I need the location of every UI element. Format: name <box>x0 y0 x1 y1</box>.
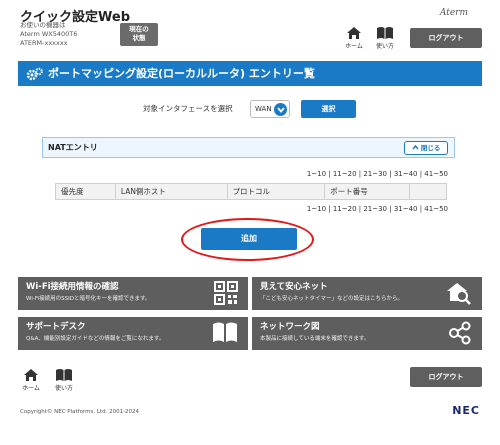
home-icon <box>24 369 38 381</box>
nat-table: 優先度 LAN側ホスト プロトコル ポート番号 <box>55 183 447 200</box>
chevron-up-icon <box>412 144 421 152</box>
col-priority: 優先度 <box>55 183 116 200</box>
manual-label-bottom: 使い方 <box>54 385 73 392</box>
device-info: お使いの機器は Aterm WX5400T6 ATERM-xxxxxx <box>20 21 77 48</box>
book-icon <box>212 321 238 347</box>
table-header-row: 優先度 LAN側ホスト プロトコル ポート番号 <box>55 183 447 200</box>
add-button[interactable]: 追加 <box>201 228 297 250</box>
device-label: お使いの機器は <box>20 21 66 29</box>
tile-safe-net-title: 見えて安心ネット <box>260 282 328 292</box>
tile-wifi-info[interactable]: Wi-Fi接続用情報の確認 Wi-Fi接続用のSSIDと暗号化キーを確認できます… <box>18 277 248 310</box>
collapse-label: 閉じる <box>420 144 441 152</box>
nec-logo: NEC <box>452 404 480 417</box>
logout-button-top[interactable]: ログアウト <box>410 28 482 48</box>
tile-network-map[interactable]: ネットワーク図 本製品に接続している端末を確認できます。 <box>252 317 482 350</box>
tile-safe-net-desc: 「こども安心ネットタイマー」などの設定はこちらから。 <box>260 296 404 302</box>
interface-value: WAN <box>255 105 272 113</box>
col-protocol: プロトコル <box>226 183 326 200</box>
select-button[interactable]: 選択 <box>301 100 356 118</box>
manual-label: 使い方 <box>375 43 394 50</box>
col-port: ポート番号 <box>324 183 411 200</box>
logout-button-bottom[interactable]: ログアウト <box>410 367 482 387</box>
home-button[interactable]: ホーム <box>341 26 367 50</box>
interface-label: 対象インタフェースを選択 <box>143 104 233 113</box>
chevron-down-icon <box>274 103 287 116</box>
copyright: Copyright© NEC Platforms, Ltd. 2001-2024 <box>20 409 140 415</box>
house-search-icon <box>446 281 472 309</box>
gear-icon <box>26 67 44 81</box>
network-icon <box>448 321 472 349</box>
tile-wifi-desc: Wi-Fi接続用のSSIDと暗号化キーを確認できます。 <box>26 296 151 302</box>
home-button-bottom[interactable]: ホーム <box>18 368 44 392</box>
device-id: ATERM-xxxxxx <box>20 39 68 47</box>
interface-select[interactable]: WAN <box>250 100 290 118</box>
device-model: Aterm WX5400T6 <box>20 30 78 38</box>
col-actions <box>409 183 447 200</box>
aterm-logo: Aterm <box>439 8 468 18</box>
status-button-line2: 状態 <box>132 34 146 42</box>
qr-code-icon <box>214 281 238 309</box>
manual-button[interactable]: 使い方 <box>372 26 398 50</box>
tile-support-desc: Q&A、機能別設定ガイドなどの情報をご覧になれます。 <box>26 336 165 342</box>
col-lan-host: LAN側ホスト <box>114 183 228 200</box>
tile-support-title: サポートデスク <box>26 322 86 332</box>
nat-section-title: NATエントリ <box>48 143 98 152</box>
book-icon <box>56 369 72 381</box>
tile-support-desk[interactable]: サポートデスク Q&A、機能別設定ガイドなどの情報をご覧になれます。 <box>18 317 248 350</box>
page-title: ポートマッピング設定(ローカルルータ) エントリー覧 <box>48 67 315 80</box>
home-label-bottom: ホーム <box>22 385 40 392</box>
status-button-line1: 現在の <box>129 25 149 33</box>
pager-bottom[interactable]: 1~10 | 11~20 | 21~30 | 31~40 | 41~50 <box>307 205 448 213</box>
current-status-button[interactable]: 現在の 状態 <box>120 23 158 46</box>
tile-wifi-title: Wi-Fi接続用情報の確認 <box>26 282 119 292</box>
collapse-button[interactable]: 閉じる <box>404 141 448 155</box>
page-title-bar: ポートマッピング設定(ローカルルータ) エントリー覧 <box>18 61 482 86</box>
nat-section-header: NATエントリ 閉じる <box>42 137 455 158</box>
tile-safe-net[interactable]: 見えて安心ネット 「こども安心ネットタイマー」などの設定はこちらから。 <box>252 277 482 310</box>
book-icon <box>377 27 393 39</box>
home-icon <box>347 27 361 39</box>
home-label: ホーム <box>345 43 363 50</box>
manual-button-bottom[interactable]: 使い方 <box>51 368 77 392</box>
tile-network-desc: 本製品に接続している端末を確認できます。 <box>260 336 370 342</box>
pager-top[interactable]: 1~10 | 11~20 | 21~30 | 31~40 | 41~50 <box>307 170 448 178</box>
tile-network-title: ネットワーク図 <box>260 322 320 332</box>
